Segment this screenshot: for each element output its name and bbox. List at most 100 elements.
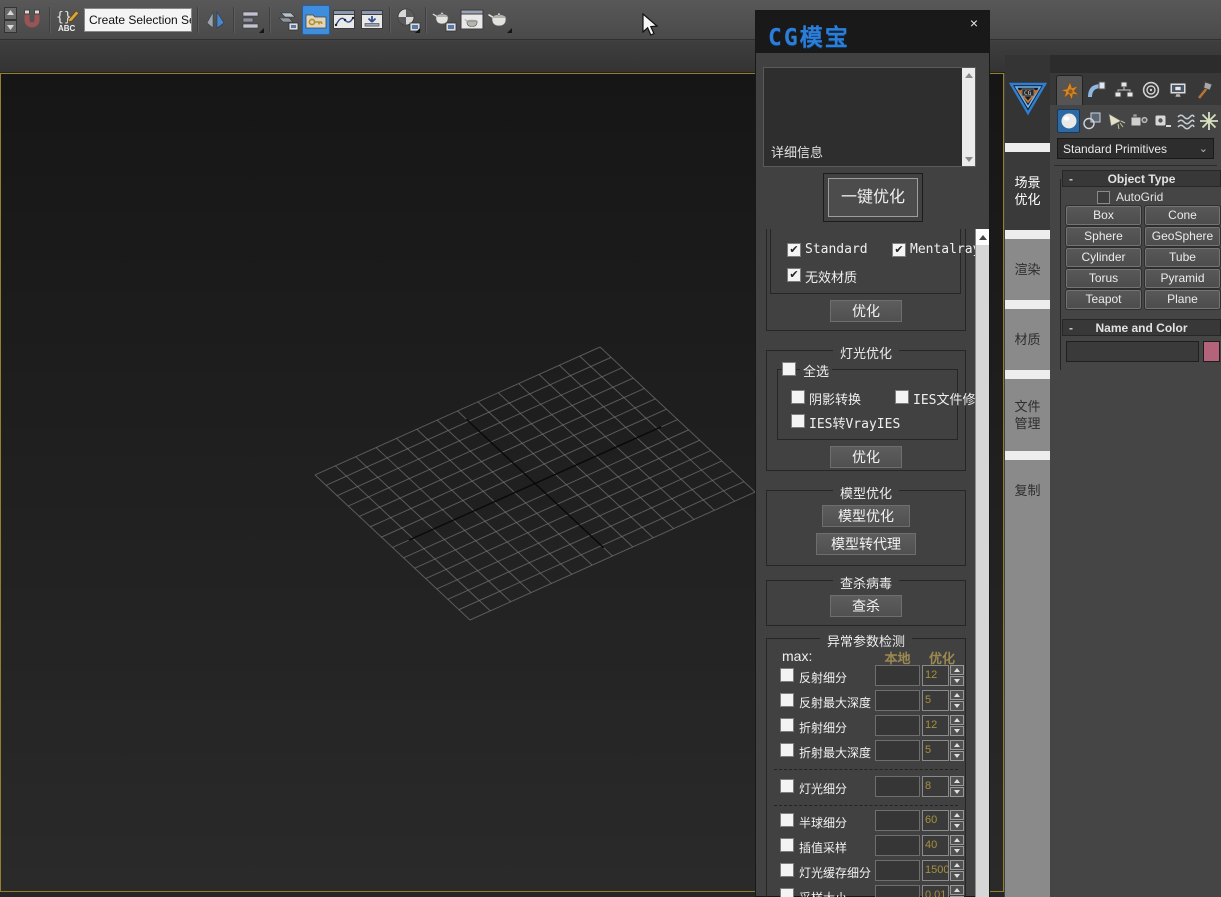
optimize-value-field[interactable]: 60 (922, 810, 949, 831)
primitive-category-dropdown[interactable]: Standard Primitives ⌄ (1057, 138, 1214, 159)
edit-named-selection-sets-icon[interactable]: {} ABC (54, 5, 82, 35)
optimize-value-field[interactable]: 8 (922, 776, 949, 797)
tab-render[interactable]: 渲染 (1005, 239, 1050, 300)
tab-create[interactable] (1056, 75, 1083, 105)
model-optimize-button[interactable]: 模型优化 (822, 505, 910, 527)
category-space-warps[interactable] (1174, 109, 1197, 133)
optimize-value-field[interactable]: 12 (922, 665, 949, 686)
info-scrollbar[interactable] (962, 68, 975, 166)
select-all-checkbox[interactable] (782, 362, 796, 376)
ies-to-vrayies-checkbox[interactable] (791, 414, 805, 428)
param-checkbox[interactable] (780, 743, 794, 757)
one-click-optimize-button[interactable]: 一键优化 (828, 178, 918, 217)
param-checkbox[interactable] (780, 668, 794, 682)
tab-hierarchy[interactable] (1110, 75, 1137, 105)
object-type-rollout-header[interactable]: - Object Type (1062, 170, 1221, 187)
optimize-value-field[interactable]: 5 (922, 740, 949, 761)
spinner-up-icon[interactable] (950, 835, 964, 845)
model-to-proxy-button[interactable]: 模型转代理 (816, 533, 916, 555)
align-icon[interactable] (238, 5, 266, 35)
tab-display[interactable] (1164, 75, 1191, 105)
spinner-down-icon[interactable] (950, 701, 964, 711)
local-value-field[interactable] (875, 776, 920, 797)
track-view-icon[interactable] (330, 5, 358, 35)
param-checkbox[interactable] (780, 863, 794, 877)
tab-motion[interactable] (1137, 75, 1164, 105)
spinner-up-icon[interactable] (950, 860, 964, 870)
rendered-frame-window-icon[interactable] (458, 5, 486, 35)
render-production-icon[interactable] (486, 5, 514, 35)
optimize-value-field[interactable]: 12 (922, 715, 949, 736)
param-checkbox[interactable] (780, 718, 794, 732)
panel-scrollbar[interactable] (975, 229, 989, 897)
param-checkbox[interactable] (780, 813, 794, 827)
spinner-up-icon[interactable] (950, 810, 964, 820)
optimize-value-field[interactable]: 5 (922, 690, 949, 711)
param-checkbox[interactable] (780, 838, 794, 852)
spinner-up-icon[interactable] (950, 776, 964, 786)
spinner-down-icon[interactable] (950, 871, 964, 881)
scroll-down-icon[interactable] (962, 152, 975, 166)
named-selection-set-combobox[interactable]: Create Selection Set ⌄ (84, 8, 192, 32)
spinner-down-icon[interactable] (950, 676, 964, 686)
tab-file-manage[interactable]: 文件管理 (1005, 379, 1050, 451)
spinner-down-icon[interactable] (950, 821, 964, 831)
category-helpers[interactable] (1151, 109, 1174, 133)
spinner-down-icon[interactable] (950, 846, 964, 856)
transform-spinner-icon[interactable] (2, 5, 18, 35)
tab-utilities[interactable] (1191, 75, 1218, 105)
render-setup-icon[interactable] (430, 5, 458, 35)
tab-scene-optimize[interactable]: 场景优化 (1005, 152, 1050, 230)
local-value-field[interactable] (875, 835, 920, 856)
optimize-value-field[interactable]: 40 (922, 835, 949, 856)
category-lights[interactable] (1104, 109, 1127, 133)
primitive-button-plane[interactable]: Plane (1145, 290, 1220, 309)
close-icon[interactable]: × (966, 15, 982, 31)
optimize-value-field[interactable]: 0.01 (922, 885, 949, 897)
param-checkbox[interactable] (780, 888, 794, 897)
category-geometry[interactable] (1057, 109, 1080, 133)
tab-copy[interactable]: 复制 (1005, 460, 1050, 520)
primitive-button-cylinder[interactable]: Cylinder (1066, 248, 1141, 267)
schematic-view-icon[interactable] (358, 5, 386, 35)
local-value-field[interactable] (875, 885, 920, 897)
local-value-field[interactable] (875, 860, 920, 881)
material-optimize-button[interactable]: 优化 (830, 300, 902, 322)
local-value-field[interactable] (875, 665, 920, 686)
scroll-up-icon[interactable] (962, 68, 975, 82)
optimize-value-field[interactable]: 1500 (922, 860, 949, 881)
standard-checkbox[interactable]: ✔ (787, 243, 801, 257)
spinner-down-icon[interactable] (950, 751, 964, 761)
category-shapes[interactable] (1080, 109, 1103, 133)
curve-editor-icon[interactable] (302, 5, 330, 35)
snaps-magnet-icon[interactable] (18, 5, 46, 35)
primitive-button-box[interactable]: Box (1066, 206, 1141, 225)
name-color-rollout-header[interactable]: - Name and Color (1062, 319, 1221, 336)
layer-manager-icon[interactable] (274, 5, 302, 35)
local-value-field[interactable] (875, 715, 920, 736)
spinner-up-icon[interactable] (950, 740, 964, 750)
spinner-down-icon[interactable] (950, 787, 964, 797)
mentalray-checkbox[interactable]: ✔ (892, 243, 906, 257)
primitive-button-teapot[interactable]: Teapot (1066, 290, 1141, 309)
param-checkbox[interactable] (780, 779, 794, 793)
spinner-up-icon[interactable] (950, 885, 964, 895)
ies-file-fix-checkbox[interactable] (895, 390, 909, 404)
primitive-button-tube[interactable]: Tube (1145, 248, 1220, 267)
primitive-button-pyramid[interactable]: Pyramid (1145, 269, 1220, 288)
local-value-field[interactable] (875, 740, 920, 761)
autogrid-checkbox[interactable] (1097, 191, 1110, 204)
primitive-button-cone[interactable]: Cone (1145, 206, 1220, 225)
tab-modify[interactable] (1083, 75, 1110, 105)
light-optimize-button[interactable]: 优化 (830, 446, 902, 468)
tab-material[interactable]: 材质 (1005, 309, 1050, 370)
category-systems[interactable] (1198, 109, 1221, 133)
invalid-material-checkbox[interactable]: ✔ (787, 268, 801, 282)
object-name-field[interactable] (1066, 341, 1199, 362)
spinner-up-icon[interactable] (950, 665, 964, 675)
primitive-button-sphere[interactable]: Sphere (1066, 227, 1141, 246)
primitive-button-torus[interactable]: Torus (1066, 269, 1141, 288)
material-editor-icon[interactable] (394, 5, 422, 35)
scroll-up-icon[interactable] (976, 229, 989, 245)
shadow-convert-checkbox[interactable] (791, 390, 805, 404)
